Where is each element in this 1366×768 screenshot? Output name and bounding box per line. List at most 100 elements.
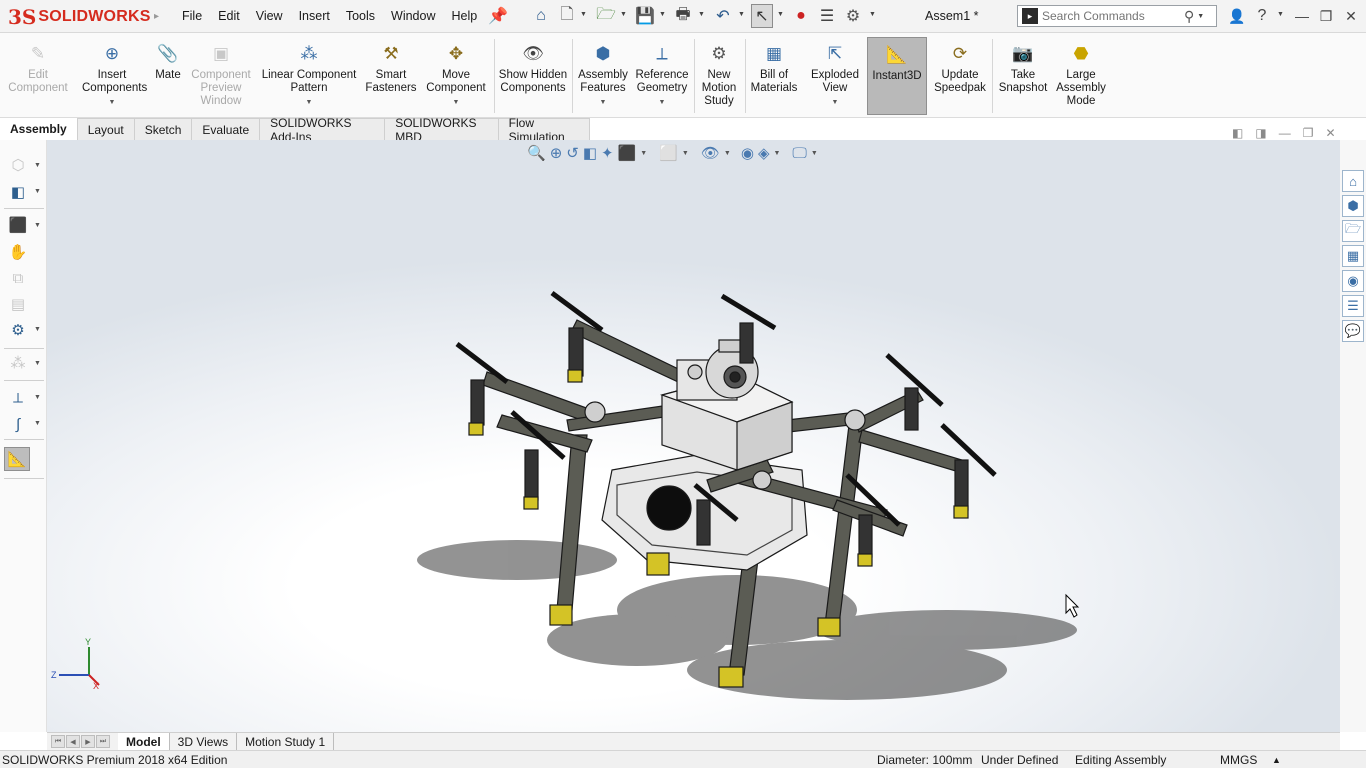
print-dropdown-icon[interactable]: ▼ bbox=[698, 11, 705, 18]
search-dropdown-icon[interactable]: ▼ bbox=[1197, 13, 1204, 20]
search-scope-icon[interactable]: ▸ bbox=[1022, 8, 1038, 24]
view-palette-icon[interactable]: ▦ bbox=[1342, 245, 1364, 267]
hand-pan-icon[interactable]: ✋ bbox=[6, 241, 30, 263]
insert-components-button[interactable]: ⊕ Insert Components ▼ bbox=[74, 37, 150, 115]
open-dropdown-icon[interactable]: ▼ bbox=[620, 11, 627, 18]
viewport-restore-icon[interactable]: ❐ bbox=[1303, 126, 1314, 140]
options-dropdown-icon[interactable]: ▼ bbox=[869, 11, 876, 18]
cube-view-icon[interactable]: ⬛ bbox=[6, 214, 30, 236]
component-preview-window-button[interactable]: ▣ Component Preview Window bbox=[186, 37, 256, 115]
property-manager-dropdown-icon[interactable]: ▼ bbox=[34, 188, 41, 195]
tab-solidworks-add-ins[interactable]: SOLIDWORKS Add-Ins bbox=[260, 116, 386, 144]
forum-icon[interactable]: 💬 bbox=[1342, 320, 1364, 342]
linear-component-pattern-button[interactable]: ⁂ Linear Component Pattern ▼ bbox=[256, 37, 362, 115]
menu-edit[interactable]: Edit bbox=[210, 9, 248, 23]
last-tab-icon[interactable]: ⏭ bbox=[96, 735, 110, 748]
tile-left-icon[interactable]: ◧ bbox=[1232, 126, 1243, 140]
help-dropdown-icon[interactable]: ▼ bbox=[1277, 11, 1284, 18]
linear-pattern-dropdown-icon[interactable]: ▼ bbox=[306, 96, 313, 109]
new-dropdown-icon[interactable]: ▼ bbox=[580, 11, 587, 18]
pin-icon[interactable]: 📌 bbox=[488, 5, 508, 27]
tab-model[interactable]: Model bbox=[118, 733, 170, 750]
update-speedpak-button[interactable]: ⟳ Update Speedpak bbox=[930, 37, 990, 115]
menu-window[interactable]: Window bbox=[383, 9, 443, 23]
menu-insert[interactable]: Insert bbox=[291, 9, 338, 23]
assembly-features-button[interactable]: ⬢ Assembly Features ▼ bbox=[574, 37, 632, 115]
restore-window-icon[interactable]: ❐ bbox=[1315, 6, 1337, 26]
solidworks-resources-icon[interactable]: ⌂ bbox=[1342, 170, 1364, 192]
reference-geometry-dropdown-icon[interactable]: ▼ bbox=[659, 96, 666, 109]
tab-solidworks-mbd[interactable]: SOLIDWORKS MBD bbox=[385, 116, 499, 144]
graphics-area[interactable]: 🔍 ⊕ ↺ ◧ ✦ ⬛ ▼ ⬜ ▼ 👁 ▼ ◉ ◈ ▼ 🖵 ▼ Y Z X bbox=[47, 140, 1340, 732]
tab-evaluate[interactable]: Evaluate bbox=[192, 118, 261, 140]
open-folder-icon[interactable]: 🗁 bbox=[595, 5, 617, 27]
save-icon[interactable]: 💾 bbox=[634, 5, 656, 27]
display-style-dropdown-icon[interactable]: ▼ bbox=[34, 326, 41, 333]
undo-icon[interactable]: ↶ bbox=[712, 5, 734, 27]
select-cursor-icon[interactable]: ↖ bbox=[751, 4, 773, 28]
tab-sketch[interactable]: Sketch bbox=[134, 118, 193, 140]
reference-plane-dropdown-icon[interactable]: ▼ bbox=[34, 394, 41, 401]
assembly-features-dropdown-icon[interactable]: ▼ bbox=[600, 96, 607, 109]
home-icon[interactable]: ⌂ bbox=[530, 5, 552, 27]
hide-show-icon[interactable]: ▤ bbox=[6, 293, 30, 315]
tab-layout[interactable]: Layout bbox=[77, 118, 135, 140]
exploded-view-dropdown-icon[interactable]: ▼ bbox=[832, 96, 839, 109]
tile-right-icon[interactable]: ◨ bbox=[1255, 126, 1266, 140]
save-dropdown-icon[interactable]: ▼ bbox=[659, 11, 666, 18]
large-assembly-mode-button[interactable]: ⬣ Large Assembly Mode bbox=[1054, 37, 1108, 115]
first-tab-icon[interactable]: ⏮ bbox=[51, 735, 65, 748]
section-view-icon[interactable]: ⧉ bbox=[6, 267, 30, 289]
move-component-button[interactable]: ✥ Move Component ▼ bbox=[420, 37, 492, 115]
minimize-window-icon[interactable]: — bbox=[1291, 6, 1313, 26]
insert-components-dropdown-icon[interactable]: ▼ bbox=[109, 96, 116, 109]
options-gear-icon[interactable]: ⚙ bbox=[843, 5, 863, 27]
feature-manager-dropdown-icon[interactable]: ▼ bbox=[34, 162, 41, 169]
curve-icon[interactable]: ∫ bbox=[6, 413, 30, 435]
exploded-view-button[interactable]: ⇱ Exploded View ▼ bbox=[806, 37, 864, 115]
menu-file[interactable]: File bbox=[174, 9, 210, 23]
custom-properties-icon[interactable]: ☰ bbox=[1342, 295, 1364, 317]
reference-plane-icon[interactable]: ⟂ bbox=[6, 387, 30, 409]
previous-tab-icon[interactable]: ◀ bbox=[66, 735, 80, 748]
unit-system-selector[interactable]: MMGS bbox=[1220, 753, 1257, 767]
appearances-icon[interactable]: ◉ bbox=[1342, 270, 1364, 292]
bill-of-materials-button[interactable]: ▦ Bill of Materials bbox=[747, 37, 801, 115]
viewport-close-icon[interactable]: ✕ bbox=[1325, 126, 1335, 140]
curve-dropdown-icon[interactable]: ▼ bbox=[34, 420, 41, 427]
cube-view-dropdown-icon[interactable]: ▼ bbox=[34, 222, 41, 229]
logo-arrow-icon[interactable]: ▸ bbox=[154, 11, 159, 22]
tab-assembly[interactable]: Assembly bbox=[0, 118, 78, 140]
move-component-dropdown-icon[interactable]: ▼ bbox=[453, 96, 460, 109]
tab-flow-simulation[interactable]: Flow Simulation bbox=[498, 116, 590, 144]
pattern-icon[interactable]: ⁂ bbox=[6, 352, 30, 374]
unit-system-up-icon[interactable]: ▲ bbox=[1272, 755, 1281, 765]
new-motion-study-button[interactable]: ⚙ New Motion Study bbox=[696, 37, 742, 115]
help-icon[interactable]: ? bbox=[1251, 6, 1273, 26]
smart-fasteners-button[interactable]: ⚒ Smart Fasteners bbox=[362, 37, 420, 115]
display-style-icon[interactable]: ⚙ bbox=[6, 319, 30, 341]
print-icon[interactable]: 🖶 bbox=[672, 5, 694, 27]
select-dropdown-icon[interactable]: ▼ bbox=[777, 11, 784, 18]
reference-geometry-button[interactable]: ⟂ Reference Geometry ▼ bbox=[632, 37, 692, 115]
tab-3d-views[interactable]: 3D Views bbox=[170, 733, 238, 750]
search-icon[interactable]: ⚲ bbox=[1184, 8, 1194, 25]
edit-component-button[interactable]: ✎ Edit Component bbox=[4, 37, 72, 115]
undo-dropdown-icon[interactable]: ▼ bbox=[738, 11, 745, 18]
instant3d-toggle-icon[interactable]: 📐 bbox=[4, 447, 30, 471]
pattern-dropdown-icon[interactable]: ▼ bbox=[34, 360, 41, 367]
take-snapshot-button[interactable]: 📷 Take Snapshot bbox=[994, 37, 1052, 115]
new-document-icon[interactable]: 🗋 bbox=[558, 5, 576, 27]
tab-motion-study-1[interactable]: Motion Study 1 bbox=[237, 733, 335, 750]
show-hidden-components-button[interactable]: 👁 Show Hidden Components bbox=[496, 37, 570, 115]
user-account-icon[interactable]: 👤 bbox=[1226, 6, 1248, 26]
viewport-minimize-icon[interactable]: — bbox=[1279, 126, 1291, 140]
file-explorer-icon[interactable]: 🗁 bbox=[1342, 220, 1364, 242]
menu-tools[interactable]: Tools bbox=[338, 9, 383, 23]
menu-help[interactable]: Help bbox=[444, 9, 486, 23]
search-commands-box[interactable]: ▸ ⚲ ▼ bbox=[1017, 5, 1217, 27]
mate-button[interactable]: 📎 Mate bbox=[150, 37, 186, 115]
file-properties-icon[interactable]: ☰ bbox=[817, 5, 837, 27]
design-library-icon[interactable]: ⬢ bbox=[1342, 195, 1364, 217]
property-manager-icon[interactable]: ◧ bbox=[6, 181, 30, 203]
